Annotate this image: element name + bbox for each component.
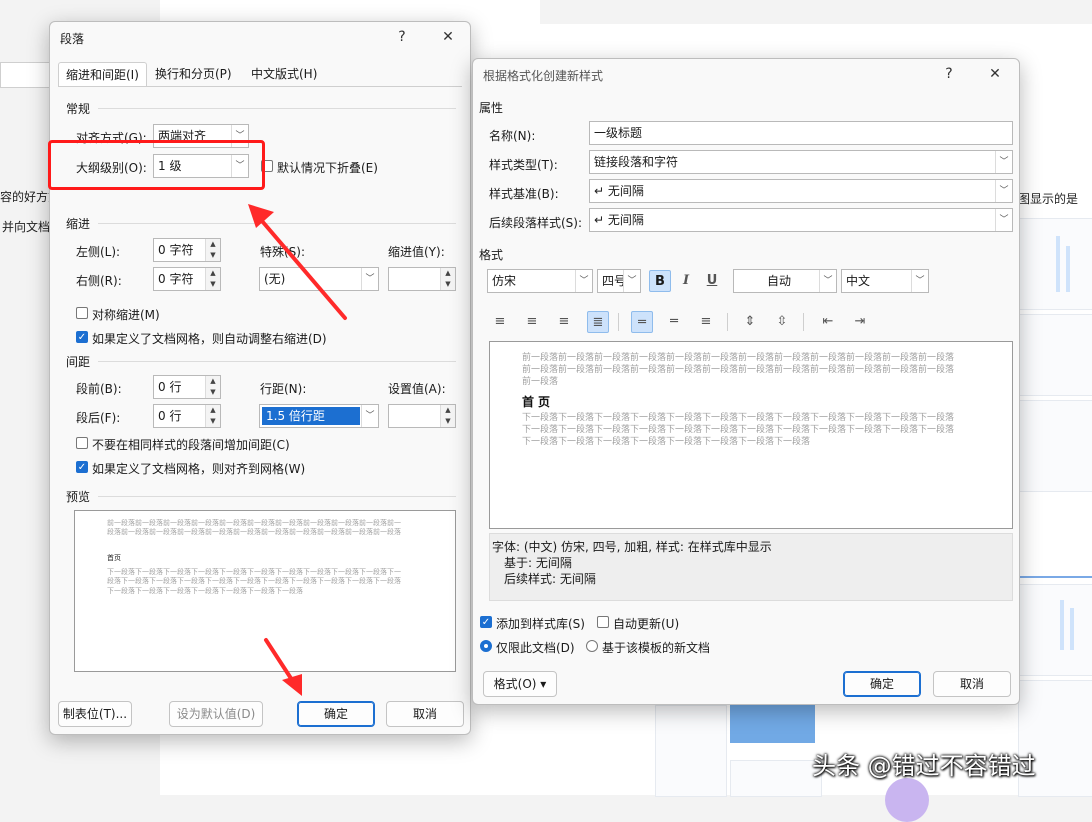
arrow-line [264,638,296,685]
annotation-arrows [248,204,347,696]
annotation-arrow-bottom [264,638,302,696]
arrow-head [248,204,274,228]
annotation-arrow-top [248,204,347,320]
arrow-head [282,674,302,696]
watermark: 头条 @错过不容错过 [812,752,1036,780]
arrow-line [254,212,347,320]
